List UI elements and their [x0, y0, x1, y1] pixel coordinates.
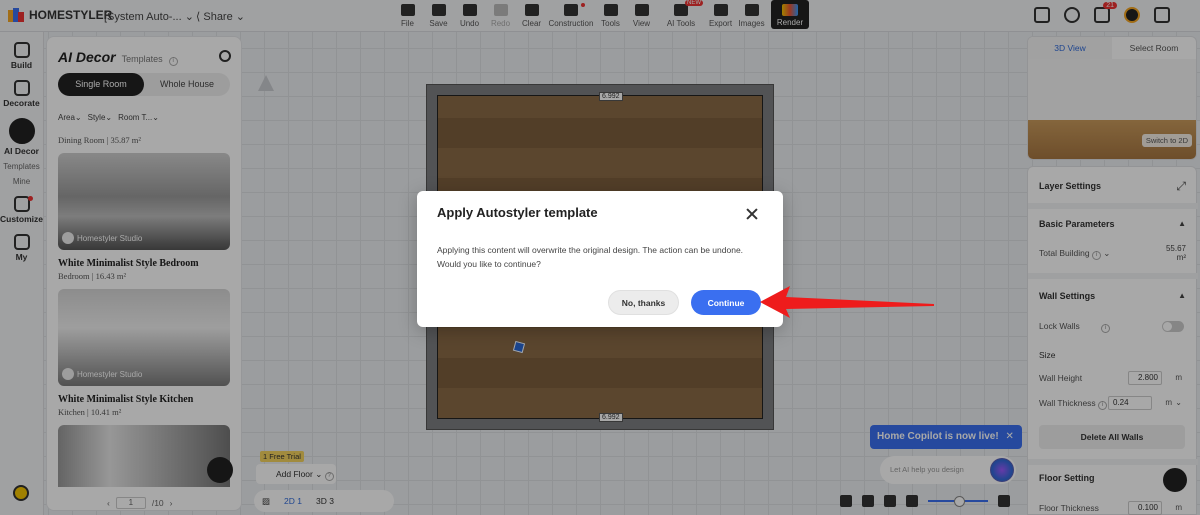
annotation-arrow-icon: [760, 286, 934, 318]
no-thanks-button[interactable]: No, thanks: [608, 290, 679, 315]
continue-button[interactable]: Continue: [691, 290, 761, 315]
apply-template-dialog: Apply Autostyler template Applying this …: [417, 191, 783, 327]
dialog-message: Applying this content will overwrite the…: [437, 245, 744, 269]
dialog-title: Apply Autostyler template: [437, 205, 598, 220]
close-icon[interactable]: [745, 207, 759, 221]
